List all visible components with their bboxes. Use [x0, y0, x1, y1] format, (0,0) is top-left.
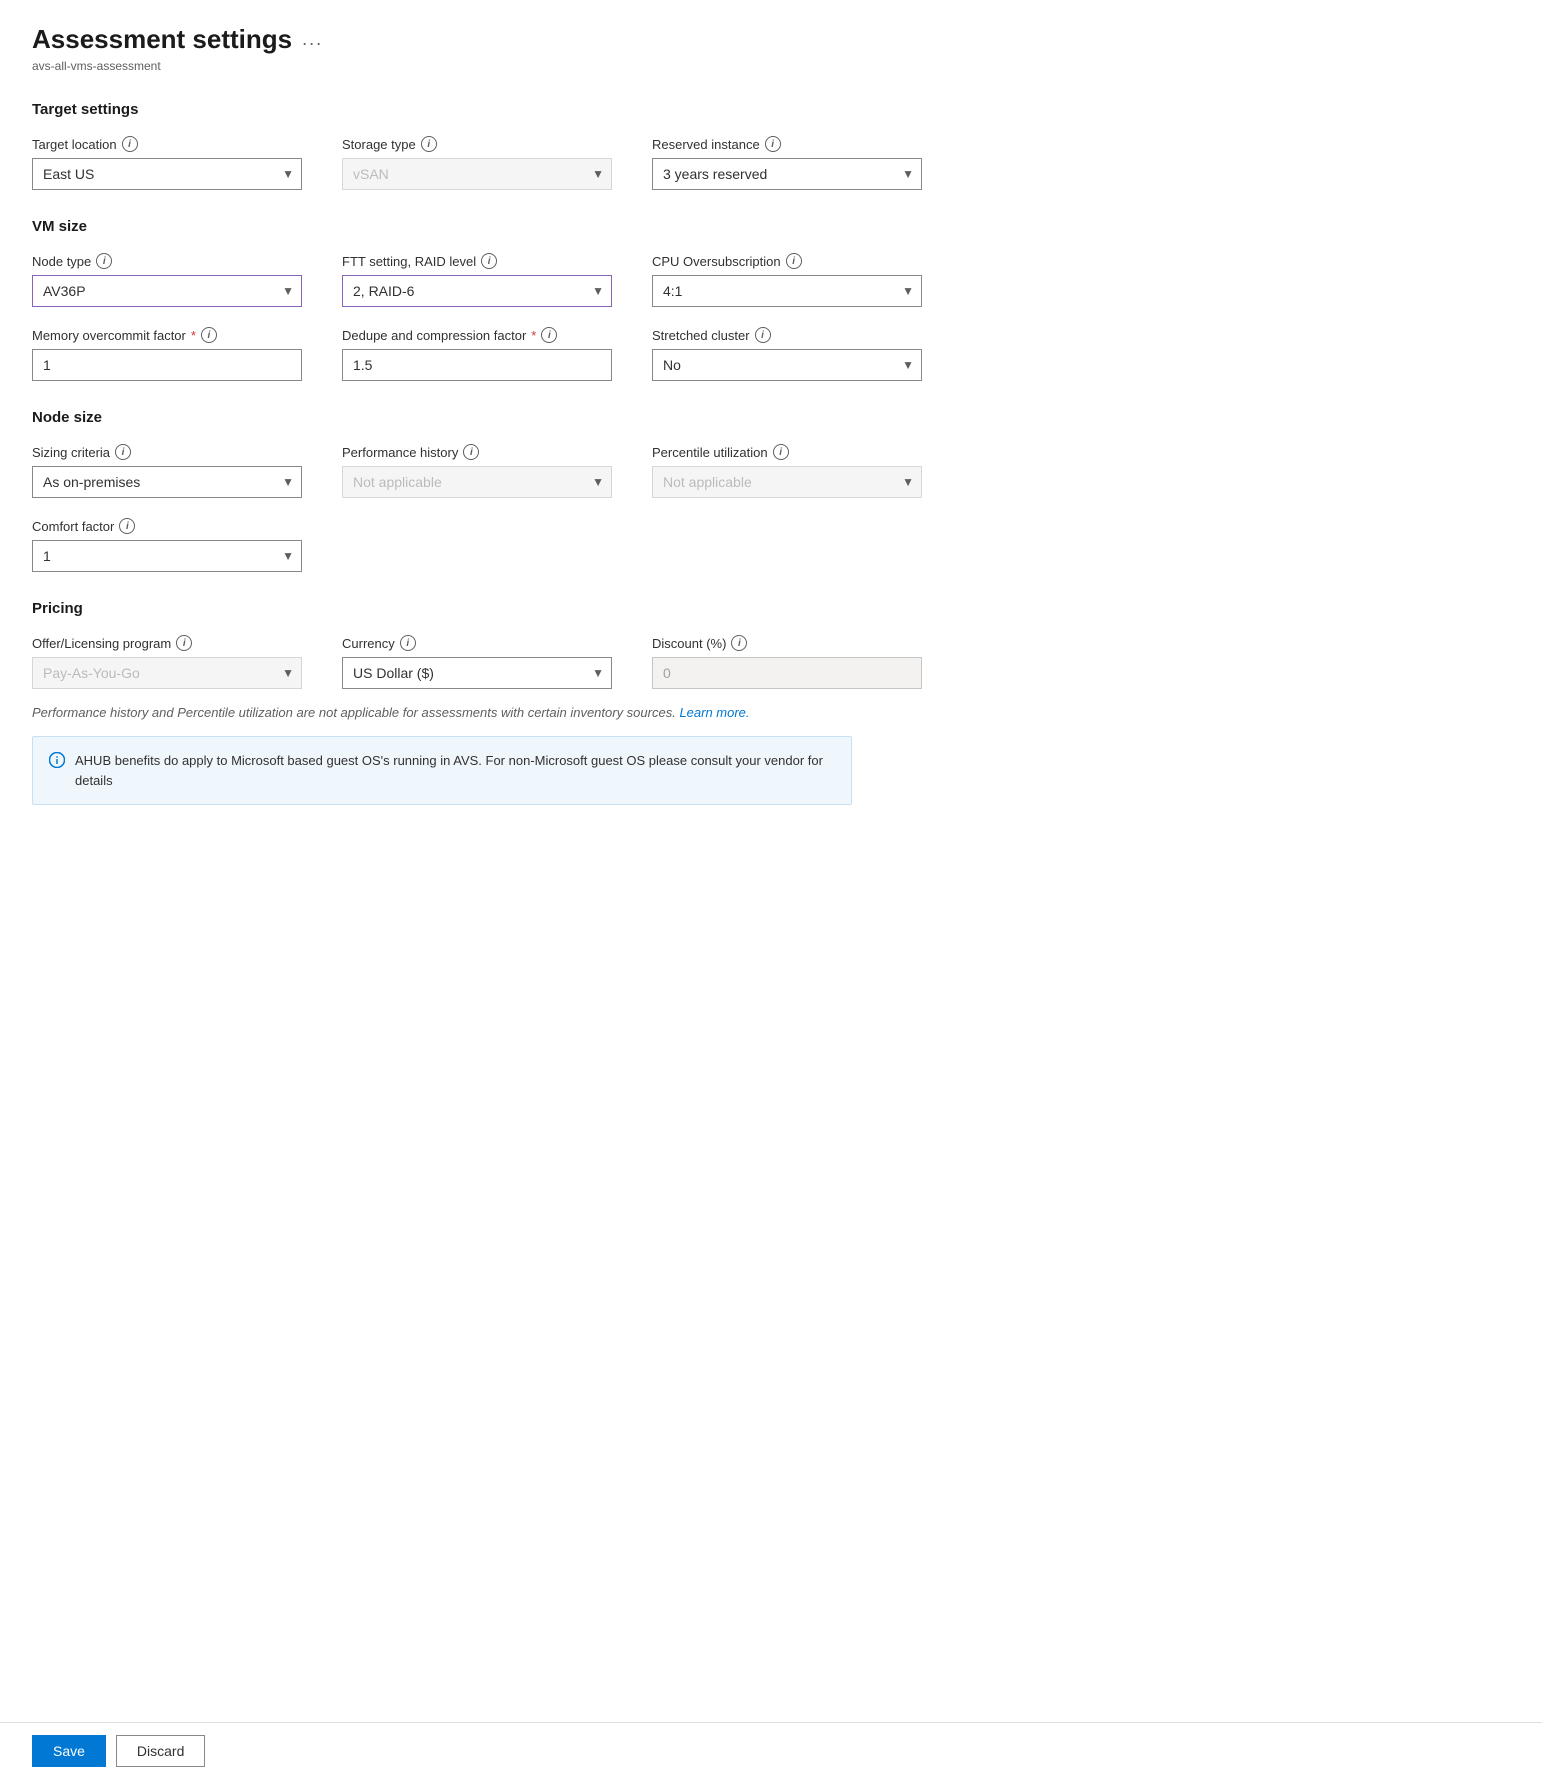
cpu-oversubscription-select-wrapper: 2:1 4:1 6:1 8:1 ▼ — [652, 275, 922, 307]
percentile-utilization-select: Not applicable — [652, 466, 922, 498]
target-location-select[interactable]: East US East US 2 West US West US 2 Cent… — [32, 158, 302, 190]
percentile-utilization-select-wrapper: Not applicable ▼ — [652, 466, 922, 498]
sizing-criteria-info-icon[interactable]: i — [115, 444, 131, 460]
currency-select-wrapper: US Dollar ($) Euro (€) British Pound (£)… — [342, 657, 612, 689]
stretched-cluster-field: Stretched cluster i Yes No ▼ — [652, 327, 922, 381]
dedupe-compression-field: Dedupe and compression factor * i — [342, 327, 612, 381]
stretched-cluster-info-icon[interactable]: i — [755, 327, 771, 343]
node-type-field: Node type i AV36P AV36 AV52 ▼ — [32, 253, 302, 307]
ftt-setting-field: FTT setting, RAID level i 1, RAID-1 1, R… — [342, 253, 612, 307]
node-type-select-wrapper: AV36P AV36 AV52 ▼ — [32, 275, 302, 307]
performance-history-select: Not applicable — [342, 466, 612, 498]
sizing-criteria-select[interactable]: As on-premises Performance-based — [32, 466, 302, 498]
cpu-oversubscription-select[interactable]: 2:1 4:1 6:1 8:1 — [652, 275, 922, 307]
storage-type-label: Storage type i — [342, 136, 612, 152]
ftt-setting-label: FTT setting, RAID level i — [342, 253, 612, 269]
offer-licensing-select: Pay-As-You-Go — [32, 657, 302, 689]
performance-history-label: Performance history i — [342, 444, 612, 460]
footer-bar: Save Discard — [0, 1722, 1542, 1778]
sizing-criteria-label: Sizing criteria i — [32, 444, 302, 460]
discard-button[interactable]: Discard — [116, 1735, 205, 1767]
comfort-factor-select[interactable]: 1 1.2 1.5 2 — [32, 540, 302, 572]
discount-input — [652, 657, 922, 689]
performance-history-info-icon[interactable]: i — [463, 444, 479, 460]
reserved-instance-field: Reserved instance i None 1 year reserved… — [652, 136, 922, 190]
discount-info-icon[interactable]: i — [731, 635, 747, 651]
stretched-cluster-select-wrapper: Yes No ▼ — [652, 349, 922, 381]
reserved-instance-info-icon[interactable]: i — [765, 136, 781, 152]
memory-overcommit-info-icon[interactable]: i — [201, 327, 217, 343]
discount-label: Discount (%) i — [652, 635, 922, 651]
more-options-icon[interactable]: ... — [302, 29, 323, 50]
offer-licensing-select-wrapper: Pay-As-You-Go ▼ — [32, 657, 302, 689]
pricing-section-title: Pricing — [32, 600, 1510, 617]
vm-size-section-title: VM size — [32, 218, 1510, 235]
stretched-cluster-label: Stretched cluster i — [652, 327, 922, 343]
footnote: Performance history and Percentile utili… — [32, 705, 1510, 720]
memory-overcommit-required: * — [191, 328, 196, 343]
node-type-select[interactable]: AV36P AV36 AV52 — [32, 275, 302, 307]
reserved-instance-select-wrapper: None 1 year reserved 3 years reserved ▼ — [652, 158, 922, 190]
storage-type-field: Storage type i vSAN ▼ — [342, 136, 612, 190]
memory-overcommit-input[interactable] — [32, 349, 302, 381]
offer-licensing-field: Offer/Licensing program i Pay-As-You-Go … — [32, 635, 302, 689]
currency-label: Currency i — [342, 635, 612, 651]
reserved-instance-select[interactable]: None 1 year reserved 3 years reserved — [652, 158, 922, 190]
node-type-info-icon[interactable]: i — [96, 253, 112, 269]
percentile-utilization-field: Percentile utilization i Not applicable … — [652, 444, 922, 498]
target-location-info-icon[interactable]: i — [122, 136, 138, 152]
page-subtitle: avs-all-vms-assessment — [32, 59, 1510, 73]
storage-type-info-icon[interactable]: i — [421, 136, 437, 152]
target-settings-section-title: Target settings — [32, 101, 1510, 118]
page-title: Assessment settings — [32, 24, 292, 55]
offer-licensing-label: Offer/Licensing program i — [32, 635, 302, 651]
dedupe-compression-input[interactable] — [342, 349, 612, 381]
comfort-factor-field: Comfort factor i 1 1.2 1.5 2 ▼ — [32, 518, 302, 572]
target-location-field: Target location i East US East US 2 West… — [32, 136, 302, 190]
target-location-select-wrapper: East US East US 2 West US West US 2 Cent… — [32, 158, 302, 190]
offer-licensing-info-icon[interactable]: i — [176, 635, 192, 651]
reserved-instance-label: Reserved instance i — [652, 136, 922, 152]
learn-more-link[interactable]: Learn more. — [679, 705, 749, 720]
percentile-utilization-label: Percentile utilization i — [652, 444, 922, 460]
ftt-setting-select-wrapper: 1, RAID-1 1, RAID-5 2, RAID-1 2, RAID-6 … — [342, 275, 612, 307]
save-button[interactable]: Save — [32, 1735, 106, 1767]
node-type-label: Node type i — [32, 253, 302, 269]
stretched-cluster-select[interactable]: Yes No — [652, 349, 922, 381]
currency-info-icon[interactable]: i — [400, 635, 416, 651]
target-location-label: Target location i — [32, 136, 302, 152]
cpu-oversubscription-label: CPU Oversubscription i — [652, 253, 922, 269]
dedupe-compression-label: Dedupe and compression factor * i — [342, 327, 612, 343]
storage-type-select: vSAN — [342, 158, 612, 190]
currency-field: Currency i US Dollar ($) Euro (€) Britis… — [342, 635, 612, 689]
performance-history-select-wrapper: Not applicable ▼ — [342, 466, 612, 498]
dedupe-compression-required: * — [531, 328, 536, 343]
dedupe-compression-info-icon[interactable]: i — [541, 327, 557, 343]
storage-type-select-wrapper: vSAN ▼ — [342, 158, 612, 190]
sizing-criteria-field: Sizing criteria i As on-premises Perform… — [32, 444, 302, 498]
comfort-factor-info-icon[interactable]: i — [119, 518, 135, 534]
percentile-utilization-info-icon[interactable]: i — [773, 444, 789, 460]
performance-history-field: Performance history i Not applicable ▼ — [342, 444, 612, 498]
info-banner: AHUB benefits do apply to Microsoft base… — [32, 736, 852, 805]
discount-field: Discount (%) i — [652, 635, 922, 689]
ftt-setting-select[interactable]: 1, RAID-1 1, RAID-5 2, RAID-1 2, RAID-6 … — [342, 275, 612, 307]
comfort-factor-label: Comfort factor i — [32, 518, 302, 534]
cpu-oversubscription-field: CPU Oversubscription i 2:1 4:1 6:1 8:1 ▼ — [652, 253, 922, 307]
info-banner-icon — [49, 752, 65, 773]
currency-select[interactable]: US Dollar ($) Euro (€) British Pound (£)… — [342, 657, 612, 689]
sizing-criteria-select-wrapper: As on-premises Performance-based ▼ — [32, 466, 302, 498]
node-size-section-title: Node size — [32, 409, 1510, 426]
info-banner-text: AHUB benefits do apply to Microsoft base… — [75, 751, 835, 790]
ftt-setting-info-icon[interactable]: i — [481, 253, 497, 269]
comfort-factor-select-wrapper: 1 1.2 1.5 2 ▼ — [32, 540, 302, 572]
memory-overcommit-field: Memory overcommit factor * i — [32, 327, 302, 381]
cpu-oversubscription-info-icon[interactable]: i — [786, 253, 802, 269]
memory-overcommit-label: Memory overcommit factor * i — [32, 327, 302, 343]
